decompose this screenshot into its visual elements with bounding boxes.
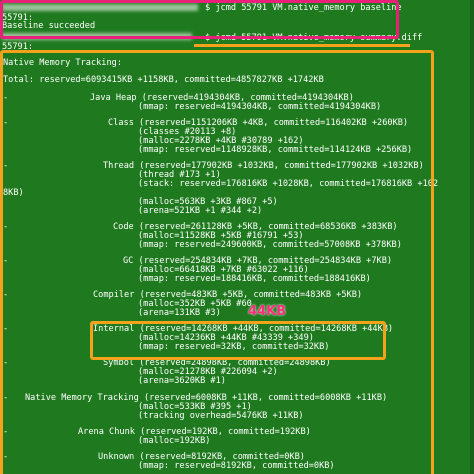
dash-marker: -: [3, 324, 9, 334]
redacted-hostname-1: [2, 4, 198, 11]
class-line-4: (mmap: reserved=1148928KB, committed=114…: [138, 145, 413, 155]
pid-label-2: 55791:: [2, 42, 34, 52]
code-line-3: (mmap: reserved=249600KB, committed=5700…: [138, 240, 402, 250]
symbol-line-3: (arena=3620KB #1): [138, 376, 226, 386]
arena-chunk-line-2: (malloc=192KB): [138, 436, 211, 446]
compiler-line-3: (arena=131KB #3): [138, 308, 221, 318]
redacted-hostname-2: [2, 33, 192, 40]
dash-marker: -: [3, 161, 9, 171]
command-line-baseline: $ jcmd 55791 VM.native_memory baseline: [205, 3, 402, 13]
command-line-summary-diff: $ jcmd 55791 VM.native_memory summary.di…: [205, 33, 423, 43]
dash-marker: -: [3, 427, 9, 437]
thread-line-3-wrap: 8KB): [3, 188, 24, 198]
dash-marker: -: [3, 393, 9, 403]
dash-marker: -: [3, 118, 9, 128]
annotation-label: 44KB: [248, 304, 287, 319]
dash-marker: -: [3, 222, 9, 232]
scrollbar[interactable]: [470, 0, 474, 474]
thread-line-5: (arena=521KB +1 #344 +2): [138, 206, 263, 216]
terminal-window[interactable]: $ jcmd 55791 VM.native_memory baseline 5…: [0, 0, 474, 474]
dash-marker: -: [3, 290, 9, 300]
nmt-title: Native Memory Tracking:: [3, 58, 122, 68]
dash-marker: -: [3, 358, 9, 368]
command-underline: [194, 44, 410, 47]
baseline-result: Baseline succeeded: [2, 21, 96, 31]
dash-marker: -: [3, 256, 9, 266]
java-heap-line-2: (mmap: reserved=4194304KB, committed=419…: [138, 102, 382, 112]
gc-line-3: (mmap: reserved=188416KB, committed=1884…: [138, 274, 371, 284]
unknown-line-2: (mmap: reserved=8192KB, committed=0KB): [138, 461, 335, 471]
dash-marker: -: [3, 93, 9, 103]
internal-line-3: (mmap: reserved=32KB, committed=32KB): [138, 342, 330, 352]
dash-marker: -: [3, 452, 9, 462]
nmt-line-3: (tracking overhead=5476KB +11KB): [138, 411, 304, 421]
thread-line-3: (stack: reserved=176816KB +1028KB, commi…: [138, 179, 439, 189]
nmt-total: Total: reserved=6093415KB +1158KB, commi…: [3, 75, 324, 85]
